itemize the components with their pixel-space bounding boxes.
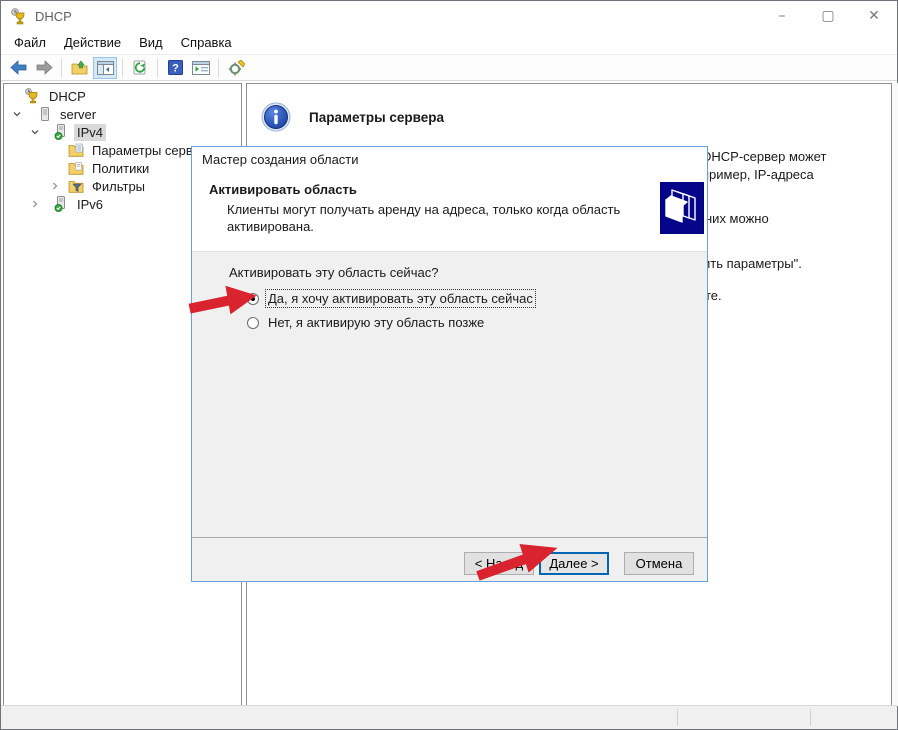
dialog-title: Мастер создания области [192, 147, 707, 172]
dhcp-app-icon [11, 7, 25, 24]
statusbar-separator [810, 709, 811, 726]
server-options-folder-icon [68, 143, 84, 157]
svg-text:?: ? [172, 62, 179, 74]
toolbar-separator [122, 58, 123, 77]
tree-label[interactable]: IPv4 [74, 123, 107, 141]
export-list-icon[interactable] [189, 57, 213, 79]
toolbar: ? [1, 55, 897, 81]
tree-item-policies[interactable]: Политики [4, 159, 152, 177]
menu-view[interactable]: Вид [130, 32, 172, 53]
chevron-right-icon[interactable] [50, 181, 60, 191]
scroll-gutter [892, 83, 898, 706]
menu-help[interactable]: Справка [172, 32, 241, 53]
tree-label[interactable]: Политики [89, 160, 152, 177]
console-tree-icon[interactable] [93, 56, 117, 79]
dialog-footer: < Назад Далее > Отмена [192, 537, 707, 581]
dialog-body: Активировать эту область сейчас? Да, я х… [192, 252, 707, 537]
window-title: DHCP [35, 8, 72, 24]
actions-icon[interactable] [224, 57, 248, 79]
annotation-arrow-radio [188, 285, 257, 315]
info-icon [261, 102, 291, 132]
forward-icon[interactable] [32, 57, 56, 79]
chevron-down-icon[interactable] [30, 127, 40, 137]
menu-bar: Файл Действие Вид Справка [1, 31, 897, 55]
toolbar-separator [157, 58, 158, 77]
filters-folder-icon [68, 181, 84, 193]
ipv6-server-icon [54, 196, 65, 212]
close-button[interactable]: ✕ [851, 1, 897, 31]
radio-no-label[interactable]: Нет, я активирую эту область позже [266, 314, 486, 331]
dhcp-root-icon [25, 88, 38, 104]
status-bar [1, 705, 897, 729]
tree-item-filters[interactable]: Фильтры [4, 177, 148, 195]
dialog-header: Активировать область Клиенты могут получ… [192, 172, 707, 252]
wizard-folders-art [660, 182, 704, 234]
cancel-button[interactable]: Отмена [624, 552, 694, 575]
tree-label[interactable]: server [57, 106, 99, 123]
refresh-icon[interactable] [128, 57, 152, 79]
menu-file[interactable]: Файл [5, 32, 55, 53]
toolbar-separator [218, 58, 219, 77]
help-icon[interactable]: ? [163, 57, 187, 79]
details-text-fragment: них можно [705, 211, 769, 226]
annotation-arrow-next [476, 543, 558, 581]
details-text-fragment: ить параметры". [703, 256, 802, 271]
chevron-down-icon[interactable] [12, 109, 22, 119]
toolbar-separator [61, 58, 62, 77]
tree-label[interactable]: DHCP [46, 88, 89, 105]
policies-folder-icon [68, 162, 84, 175]
back-icon[interactable] [6, 57, 30, 79]
tree-label[interactable]: Фильтры [89, 178, 148, 195]
menu-action[interactable]: Действие [55, 32, 130, 53]
details-header: Параметры сервера [261, 102, 444, 132]
dialog-description: Клиенты могут получать аренду на адреса,… [227, 202, 621, 234]
dhcp-console-window: DHCP – ▢ ✕ Файл Действие Вид Справка ? D… [0, 0, 898, 730]
server-icon [41, 107, 49, 121]
details-title: Параметры сервера [309, 109, 445, 125]
dialog-heading: Активировать область [209, 182, 357, 197]
chevron-right-icon[interactable] [30, 199, 40, 209]
details-text-fragment: DHCP-сервер может [702, 149, 827, 164]
details-text-fragment: пример, IP-адреса [702, 167, 814, 182]
minimize-button[interactable]: – [759, 1, 805, 31]
tree-item-server-options[interactable]: Параметры сервера [4, 141, 217, 159]
radio-row-yes[interactable]: Да, я хочу активировать эту область сейч… [247, 289, 536, 308]
statusbar-separator [677, 709, 678, 726]
radio-yes-label[interactable]: Да, я хочу активировать эту область сейч… [265, 289, 536, 308]
scope-wizard-dialog: Мастер создания области Активировать обл… [191, 146, 708, 582]
tree-item-server[interactable]: server [4, 105, 99, 123]
titlebar: DHCP – ▢ ✕ [1, 1, 897, 31]
tree-item-ipv6[interactable]: IPv6 [4, 195, 106, 213]
radio-row-no[interactable]: Нет, я активирую эту область позже [247, 314, 486, 331]
up-folder-icon[interactable] [67, 57, 91, 79]
maximize-button[interactable]: ▢ [805, 1, 851, 31]
ipv4-server-icon [54, 124, 65, 140]
tree-item-dhcp-root[interactable]: DHCP [4, 87, 89, 105]
tree-label[interactable]: IPv6 [74, 196, 106, 213]
tree-item-ipv4[interactable]: IPv4 [4, 123, 107, 141]
